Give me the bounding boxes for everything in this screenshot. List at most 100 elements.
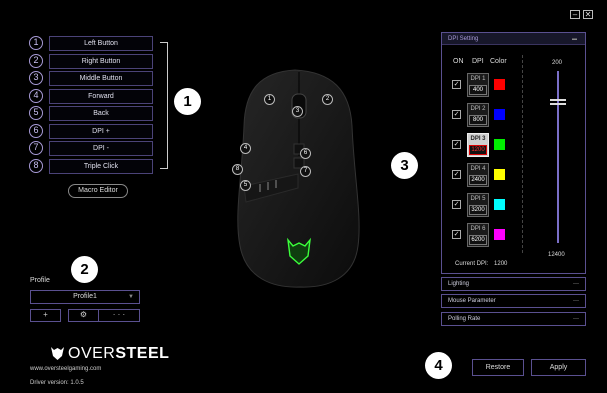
dpi-stage-row: ✓ DPI 5 3200 <box>452 193 522 217</box>
dpi-stage-row: ✓ DPI 3 1200 <box>452 133 522 157</box>
profile-settings-button[interactable]: ⚙ <box>68 309 99 322</box>
oversteel-logo-icon <box>50 346 65 361</box>
callout-2: 2 <box>71 256 98 283</box>
button-assign-triple-click[interactable]: Triple Click <box>49 158 153 174</box>
restore-button[interactable]: Restore <box>472 359 524 376</box>
col-color-label: Color <box>490 58 507 65</box>
driver-version: Driver version: 1.0.5 <box>30 380 84 386</box>
dpi-stage-checkbox[interactable]: ✓ <box>452 170 461 179</box>
lighting-expand-icon: — <box>573 281 579 287</box>
dpi-stage-value[interactable]: 3200 <box>469 205 487 215</box>
col-on-label: ON <box>453 58 464 65</box>
dpi-slider-thumb[interactable] <box>550 99 566 105</box>
profile-label: Profile <box>30 277 50 284</box>
dpi-stage-value[interactable]: 6200 <box>469 235 487 245</box>
button-number-8: 8 <box>29 158 43 173</box>
button-number-7: 7 <box>29 141 43 155</box>
profile-more-button[interactable]: · · · <box>98 309 140 322</box>
button-number-1: 1 <box>29 36 43 50</box>
dpi-color-swatch[interactable] <box>494 199 505 210</box>
add-profile-button[interactable]: + <box>30 309 61 322</box>
callout-3: 3 <box>391 152 418 179</box>
dpi-color-swatch[interactable] <box>494 229 505 240</box>
button-assign-right[interactable]: Right Button <box>49 53 153 69</box>
current-dpi-label: Current DPI: <box>455 261 489 267</box>
close-button[interactable]: ✕ <box>583 10 593 19</box>
button-list-bracket <box>160 42 168 169</box>
dpi-stage-button[interactable]: DPI 4 2400 <box>467 163 489 187</box>
button-number-3: 3 <box>29 71 43 85</box>
slider-max-label: 200 <box>552 60 563 66</box>
dpi-stage-row: ✓ DPI 6 6200 <box>452 223 522 247</box>
button-assign-dpi-up[interactable]: DPI + <box>49 123 153 139</box>
dpi-slider-track[interactable] <box>557 71 559 243</box>
dpi-stage-button[interactable]: DPI 2 800 <box>467 103 489 127</box>
dpi-stage-button[interactable]: DPI 1 400 <box>467 73 489 97</box>
slider-min-label: 12400 <box>548 252 565 258</box>
dpi-stage-value[interactable]: 400 <box>469 85 487 95</box>
dpi-stage-checkbox[interactable]: ✓ <box>452 110 461 119</box>
mouse-marker-7: 7 <box>300 166 311 177</box>
dpi-stage-checkbox[interactable]: ✓ <box>452 200 461 209</box>
website-link[interactable]: www.oversteelgaming.com <box>30 366 101 372</box>
dpi-setting-header[interactable]: DPI Setting ▬ <box>442 33 585 45</box>
dpi-color-swatch[interactable] <box>494 79 505 90</box>
dpi-stage-row: ✓ DPI 4 2400 <box>452 163 522 187</box>
dpi-stage-button[interactable]: DPI 5 3200 <box>467 193 489 217</box>
dpi-setting-title: DPI Setting <box>448 36 479 42</box>
dpi-stage-name: DPI 1 <box>470 76 486 82</box>
dpi-color-swatch[interactable] <box>494 109 505 120</box>
dpi-setting-panel: DPI Setting ▬ ON DPI Color ✓ DPI 1 400 ✓… <box>441 32 586 274</box>
brand-name: OVERSTEEL <box>68 346 169 362</box>
dpi-stage-name: DPI 2 <box>470 106 486 112</box>
minimize-button[interactable]: – <box>570 10 580 19</box>
mouse-marker-6: 6 <box>300 148 311 159</box>
mouse-marker-5: 5 <box>240 180 251 191</box>
dpi-stage-checkbox[interactable]: ✓ <box>452 230 461 239</box>
lighting-section[interactable]: Lighting — <box>441 277 586 291</box>
dpi-color-swatch[interactable] <box>494 169 505 180</box>
button-assign-back[interactable]: Back <box>49 106 153 121</box>
gear-icon: ⚙ <box>79 310 88 319</box>
profile-select[interactable]: Profile1 ▼ <box>30 290 140 304</box>
dpi-stage-name: DPI 5 <box>470 196 486 202</box>
polling-rate-expand-icon: — <box>573 316 579 322</box>
current-dpi: Current DPI: 1200 <box>455 261 507 267</box>
dpi-stage-button[interactable]: DPI 6 6200 <box>467 223 489 247</box>
apply-button[interactable]: Apply <box>531 359 586 376</box>
dpi-stage-button-active[interactable]: DPI 3 1200 <box>467 133 489 157</box>
dpi-stage-name: DPI 6 <box>470 226 486 232</box>
mouse-marker-2: 2 <box>322 94 333 105</box>
brand-name-bold: STEEL <box>115 345 170 362</box>
dpi-stage-row: ✓ DPI 1 400 <box>452 73 522 97</box>
current-dpi-value: 1200 <box>494 261 508 267</box>
button-number-5: 5 <box>29 106 43 120</box>
callout-1: 1 <box>174 88 201 115</box>
dpi-stage-checkbox[interactable]: ✓ <box>452 80 461 89</box>
mouse-parameter-section[interactable]: Mouse Parameter — <box>441 294 586 308</box>
mouse-marker-4: 4 <box>240 143 251 154</box>
button-assign-middle[interactable]: Middle Button <box>49 71 153 86</box>
dpi-stage-value[interactable]: 800 <box>469 115 487 125</box>
mouse-marker-8: 8 <box>232 164 243 175</box>
button-assign-dpi-down[interactable]: DPI - <box>49 141 153 156</box>
chevron-down-icon: ▼ <box>128 294 134 300</box>
macro-editor-button[interactable]: Macro Editor <box>68 184 128 198</box>
dpi-stage-value[interactable]: 1200 <box>469 145 487 155</box>
col-dpi-label: DPI <box>472 58 484 65</box>
profile-select-value: Profile1 <box>73 293 97 300</box>
lighting-section-label: Lighting <box>448 281 470 287</box>
dpi-stage-name: DPI 3 <box>470 136 486 142</box>
polling-rate-section-label: Polling Rate <box>448 316 481 322</box>
dpi-stage-checkbox[interactable]: ✓ <box>452 140 461 149</box>
dpi-stage-row: ✓ DPI 2 800 <box>452 103 522 127</box>
mouse-parameter-section-label: Mouse Parameter <box>448 298 496 304</box>
mouse-parameter-expand-icon: — <box>573 298 579 304</box>
mouse-marker-3: 3 <box>292 106 303 117</box>
polling-rate-section[interactable]: Polling Rate — <box>441 312 586 326</box>
dpi-stage-value[interactable]: 2400 <box>469 175 487 185</box>
dpi-color-swatch[interactable] <box>494 139 505 150</box>
dpi-stage-name: DPI 4 <box>470 166 486 172</box>
button-assign-left[interactable]: Left Button <box>49 36 153 51</box>
button-assign-forward[interactable]: Forward <box>49 88 153 104</box>
